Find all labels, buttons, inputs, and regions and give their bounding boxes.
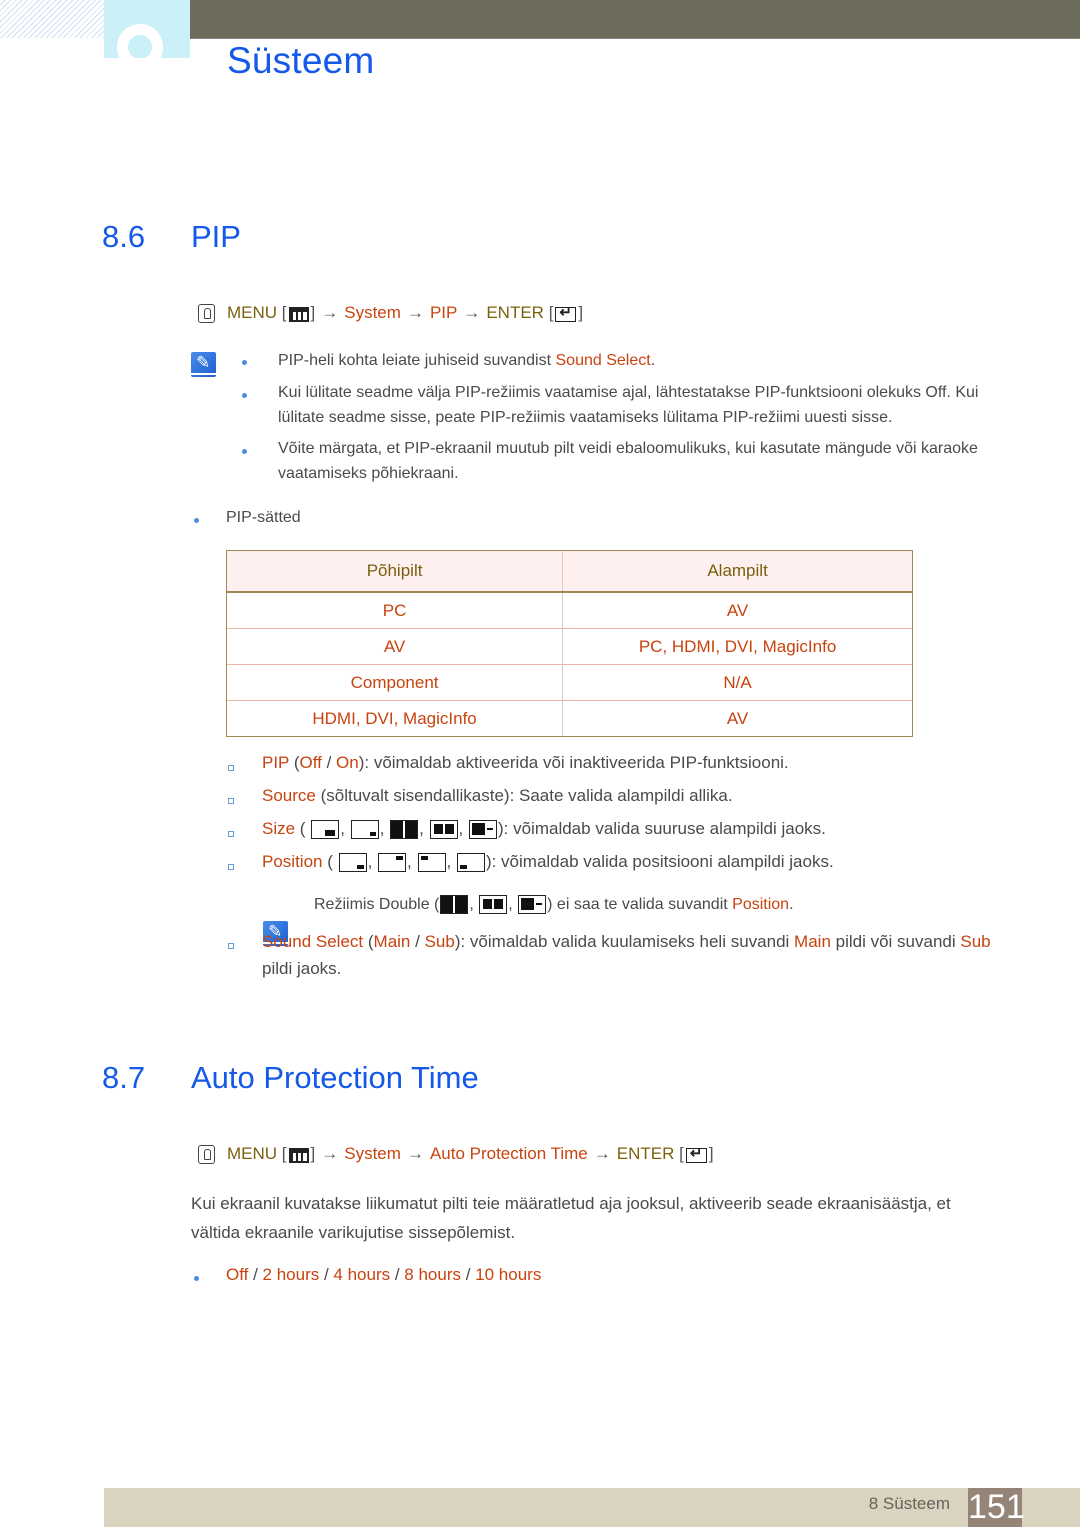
enter-label: ENTER	[486, 303, 544, 322]
size-double-boxed-icon	[429, 820, 458, 840]
arrow-icon: →	[463, 303, 481, 322]
arrow-icon: →	[593, 1144, 611, 1163]
chapter-title: Süsteem	[227, 40, 375, 81]
option-8-hours: 8 hours	[404, 1265, 461, 1284]
apt-options: Off / 2 hours / 4 hours / 8 hours / 10 h…	[226, 1265, 542, 1284]
bullet-icon	[194, 1276, 199, 1281]
option-source: Source (sõltuvalt sisendallikaste): Saat…	[262, 786, 733, 805]
note-item: Võite märgata, et PIP-ekraanil muutub pi…	[278, 440, 978, 482]
table-cell: N/A	[562, 664, 912, 701]
size-double-offset-icon	[518, 895, 547, 915]
size-double-icon	[440, 895, 469, 915]
arrow-icon: →	[406, 1144, 424, 1163]
chapter-number-badge	[104, 0, 190, 58]
chapter-ring-icon	[117, 24, 163, 58]
menu-label: MENU	[227, 1144, 278, 1163]
table-cell: PC, HDMI, DVI, MagicInfo	[562, 628, 912, 665]
table-header: Põhipilt	[227, 551, 564, 593]
position-top-right-icon	[378, 853, 407, 873]
table-cell: HDMI, DVI, MagicInfo	[227, 700, 564, 736]
position-bottom-right-icon	[338, 853, 367, 873]
table-cell: AV	[562, 591, 912, 629]
square-bullet-icon	[228, 765, 234, 771]
menu-label: MENU	[227, 303, 278, 322]
sound-select-link: Sound Select	[555, 352, 651, 369]
bullet-icon	[242, 360, 247, 365]
bullet-icon	[242, 393, 247, 398]
size-small-icon	[311, 820, 340, 840]
pip-settings-table: Põhipilt Alampilt PC AV AV PC, HDMI, DVI…	[226, 550, 913, 737]
footer-chapter: 8 Süsteem	[868, 1494, 950, 1513]
menu-item-pip: PIP	[429, 303, 458, 322]
table-row: PC AV	[227, 591, 912, 629]
section-number-pip: 8.6	[102, 219, 146, 254]
section-number-apt: 8.7	[102, 1060, 146, 1095]
remote-hand-icon	[198, 303, 215, 323]
table-cell: PC	[227, 591, 564, 629]
option-off: Off	[226, 1265, 249, 1284]
option-10-hours: 10 hours	[475, 1265, 542, 1284]
option-4-hours: 4 hours	[333, 1265, 391, 1284]
size-double-boxed-icon	[479, 895, 508, 915]
enter-label: ENTER	[616, 1144, 675, 1163]
option-pip: PIP (Off / On): võimaldab aktiveerida võ…	[262, 753, 789, 772]
menu-item-apt: Auto Protection Time	[429, 1144, 588, 1163]
menu-system: System	[344, 303, 401, 322]
enter-icon	[555, 303, 577, 322]
square-bullet-icon	[228, 831, 234, 837]
header-bar	[190, 0, 1080, 39]
apt-description: Kui ekraanil kuvatakse liikumatut pilti …	[191, 1194, 951, 1242]
table-row: HDMI, DVI, MagicInfo AV	[227, 700, 912, 736]
menu-path-apt: MENU [] → System → Auto Protection Time …	[198, 1144, 714, 1164]
remote-hand-icon	[198, 1144, 215, 1164]
enter-icon	[685, 1144, 707, 1163]
note-item: Kui lülitate seadme välja PIP-režiimis v…	[278, 384, 979, 426]
note-icon	[191, 352, 216, 377]
table-row: Component N/A	[227, 664, 912, 701]
square-bullet-icon	[228, 943, 234, 949]
section-title-pip: PIP	[191, 219, 241, 254]
bullet-icon	[194, 518, 199, 523]
square-bullet-icon	[228, 798, 234, 804]
square-bullet-icon	[228, 864, 234, 870]
note-item: PIP-heli kohta leiate juhiseid suvandist…	[278, 352, 656, 369]
table-cell: Component	[227, 664, 564, 701]
double-mode-note: Režiimis Double (, , ) ei saa te valida …	[314, 895, 794, 915]
menu-system: System	[344, 1144, 401, 1163]
option-sound-select: Sound Select (Main / Sub): võimaldab val…	[262, 932, 991, 978]
bullet-icon	[242, 449, 247, 454]
menu-icon	[288, 1147, 309, 1163]
table-header: Alampilt	[562, 551, 912, 593]
position-bottom-left-icon	[456, 853, 485, 873]
menu-icon	[288, 306, 309, 322]
header-hatch-decoration	[0, 0, 104, 38]
section-title-apt: Auto Protection Time	[191, 1060, 479, 1095]
option-2-hours: 2 hours	[262, 1265, 320, 1284]
arrow-icon: →	[406, 303, 424, 322]
option-size: Size ( , , , , ): võimaldab valida suuru…	[262, 819, 826, 840]
arrow-icon: →	[321, 1144, 339, 1163]
position-link: Position	[732, 896, 790, 913]
arrow-icon: →	[321, 303, 339, 322]
position-top-left-icon	[417, 853, 446, 873]
page-number: 151	[968, 1488, 1025, 1527]
table-row: AV PC, HDMI, DVI, MagicInfo	[227, 628, 912, 665]
size-large-icon	[350, 820, 379, 840]
table-cell: AV	[562, 700, 912, 736]
table-cell: AV	[227, 628, 564, 665]
option-position: Position ( , , , ): võimaldab valida pos…	[262, 852, 834, 873]
size-double-icon	[390, 820, 419, 840]
pip-settings-label: PIP-sätted	[226, 509, 301, 526]
size-double-offset-icon	[469, 820, 497, 840]
menu-path-pip: MENU [] → System → PIP → ENTER []	[198, 303, 583, 323]
